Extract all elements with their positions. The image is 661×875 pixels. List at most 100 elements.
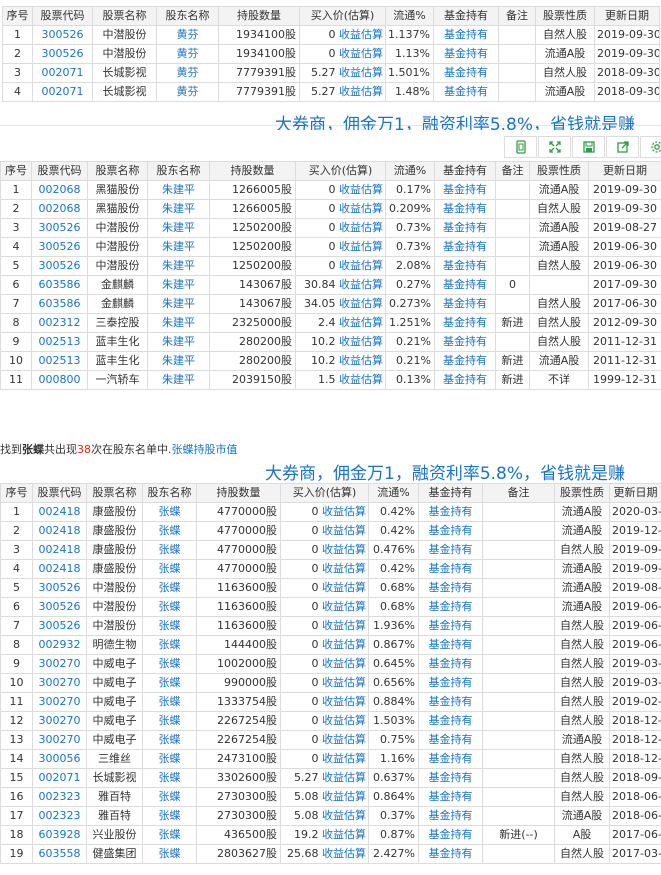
stock-code-link[interactable]: 002418	[32, 540, 87, 560]
column-header[interactable]: 持股数量	[209, 161, 296, 181]
fund-holding-link[interactable]: 基金持有	[418, 844, 483, 864]
stock-code-link[interactable]: 300526	[32, 616, 87, 636]
fund-holding-link[interactable]: 基金持有	[418, 692, 483, 712]
profit-estimate-link[interactable]: 收益估算	[339, 297, 383, 310]
stock-code-link[interactable]: 300270	[32, 692, 87, 712]
fund-holding-link[interactable]: 基金持有	[434, 332, 496, 352]
profit-estimate-link[interactable]: 收益估算	[322, 809, 366, 822]
column-header[interactable]: 更新日期	[588, 161, 661, 181]
profit-estimate-link[interactable]: 收益估算	[339, 354, 383, 367]
stock-code-link[interactable]: 002418	[32, 521, 87, 541]
column-header[interactable]: 买入价(估算)	[295, 161, 386, 181]
promo-banner-2[interactable]: 大券商，佣金万1，融资利率5.8%，省钱就是赚	[265, 459, 625, 484]
profit-estimate-link[interactable]: 收益估算	[339, 28, 383, 41]
profit-estimate-link[interactable]: 收益估算	[322, 752, 366, 765]
fund-holding-link[interactable]: 基金持有	[433, 82, 499, 102]
profit-estimate-link[interactable]: 收益估算	[322, 676, 366, 689]
stock-code-link[interactable]: 300526	[32, 44, 93, 64]
fund-holding-link[interactable]: 基金持有	[418, 559, 483, 579]
column-header[interactable]: 流通%	[368, 483, 419, 503]
stock-code-link[interactable]: 002513	[31, 332, 88, 352]
stock-code-link[interactable]: 002513	[31, 351, 88, 371]
copy-icon[interactable]	[504, 136, 537, 158]
holder-name-link[interactable]: 朱建平	[147, 256, 210, 276]
fund-holding-link[interactable]: 基金持有	[418, 616, 483, 636]
stock-code-link[interactable]: 603586	[31, 275, 88, 295]
column-header[interactable]: 股票性质	[554, 483, 610, 503]
holder-name-link[interactable]: 黄芬	[156, 82, 219, 102]
column-header[interactable]: 股票代码	[32, 6, 93, 26]
fund-holding-link[interactable]: 基金持有	[418, 654, 483, 674]
stock-code-link[interactable]: 000800	[31, 370, 88, 390]
holder-name-link[interactable]: 张蝶	[142, 749, 197, 769]
fund-holding-link[interactable]: 基金持有	[418, 787, 483, 807]
expand-icon[interactable]	[538, 136, 571, 158]
profit-estimate-link[interactable]: 收益估算	[322, 619, 366, 632]
fund-holding-link[interactable]: 基金持有	[434, 313, 496, 333]
stock-code-link[interactable]: 002312	[31, 313, 88, 333]
profit-estimate-link[interactable]: 收益估算	[339, 85, 383, 98]
fund-holding-link[interactable]: 基金持有	[418, 730, 483, 750]
stock-code-link[interactable]: 300270	[32, 673, 87, 693]
fund-holding-link[interactable]: 基金持有	[418, 711, 483, 731]
column-header[interactable]: 序号	[0, 161, 32, 181]
holder-name-link[interactable]: 黄芬	[156, 63, 219, 83]
stock-code-link[interactable]: 300056	[32, 749, 87, 769]
profit-estimate-link[interactable]: 收益估算	[339, 373, 383, 386]
profit-estimate-link[interactable]: 收益估算	[339, 202, 383, 215]
holder-name-link[interactable]: 朱建平	[147, 180, 210, 200]
column-header[interactable]: 买入价(估算)	[280, 483, 369, 503]
holder-name-link[interactable]: 张蝶	[142, 806, 197, 826]
fund-holding-link[interactable]: 基金持有	[434, 218, 496, 238]
fund-holding-link[interactable]: 基金持有	[418, 825, 483, 845]
holder-name-link[interactable]: 张蝶	[142, 635, 197, 655]
profit-estimate-link[interactable]: 收益估算	[339, 316, 383, 329]
stock-code-link[interactable]: 300526	[31, 256, 88, 276]
profit-estimate-link[interactable]: 收益估算	[322, 790, 366, 803]
column-header[interactable]: 序号	[0, 483, 33, 503]
profit-estimate-link[interactable]: 收益估算	[339, 240, 383, 253]
fund-holding-link[interactable]: 基金持有	[434, 275, 496, 295]
column-header[interactable]: 股票代码	[31, 161, 88, 181]
holder-name-link[interactable]: 黄芬	[156, 44, 219, 64]
column-header[interactable]: 基金持有	[433, 6, 499, 26]
profit-estimate-link[interactable]: 收益估算	[339, 47, 383, 60]
profit-estimate-link[interactable]: 收益估算	[322, 657, 366, 670]
column-header[interactable]: 股东名称	[156, 6, 219, 26]
holder-name-link[interactable]: 张蝶	[142, 597, 197, 617]
column-header[interactable]: 序号	[2, 6, 33, 26]
stock-code-link[interactable]: 603928	[32, 825, 87, 845]
column-header[interactable]: 买入价(估算)	[299, 6, 386, 26]
holder-name-link[interactable]: 张蝶	[142, 711, 197, 731]
holder-name-link[interactable]: 张蝶	[142, 502, 197, 522]
profit-estimate-link[interactable]: 收益估算	[322, 771, 366, 784]
holder-name-link[interactable]: 张蝶	[142, 673, 197, 693]
profit-estimate-link[interactable]: 收益估算	[339, 221, 383, 234]
stock-code-link[interactable]: 300270	[32, 730, 87, 750]
column-header[interactable]: 基金持有	[418, 483, 483, 503]
holder-name-link[interactable]: 张蝶	[142, 730, 197, 750]
holder-name-link[interactable]: 张蝶	[142, 521, 197, 541]
profit-estimate-link[interactable]: 收益估算	[322, 714, 366, 727]
fund-holding-link[interactable]: 基金持有	[418, 673, 483, 693]
holder-name-link[interactable]: 朱建平	[147, 237, 210, 257]
column-header[interactable]: 持股数量	[196, 483, 281, 503]
stock-code-link[interactable]: 300270	[32, 711, 87, 731]
column-header[interactable]: 持股数量	[218, 6, 300, 26]
fund-holding-link[interactable]: 基金持有	[434, 199, 496, 219]
stock-code-link[interactable]: 300526	[31, 237, 88, 257]
profit-estimate-link[interactable]: 收益估算	[322, 695, 366, 708]
holder-name-link[interactable]: 朱建平	[147, 351, 210, 371]
fund-holding-link[interactable]: 基金持有	[434, 180, 496, 200]
column-header[interactable]: 流通%	[385, 6, 434, 26]
profit-estimate-link[interactable]: 收益估算	[339, 183, 383, 196]
profit-estimate-link[interactable]: 收益估算	[339, 259, 383, 272]
holder-name-link[interactable]: 朱建平	[147, 199, 210, 219]
holder-name-link[interactable]: 朱建平	[147, 313, 210, 333]
profit-estimate-link[interactable]: 收益估算	[322, 505, 366, 518]
holder-name-link[interactable]: 张蝶	[142, 787, 197, 807]
holder-name-link[interactable]: 张蝶	[142, 844, 197, 864]
fund-holding-link[interactable]: 基金持有	[434, 256, 496, 276]
stock-code-link[interactable]: 002068	[31, 199, 88, 219]
column-header[interactable]: 股票性质	[529, 161, 589, 181]
